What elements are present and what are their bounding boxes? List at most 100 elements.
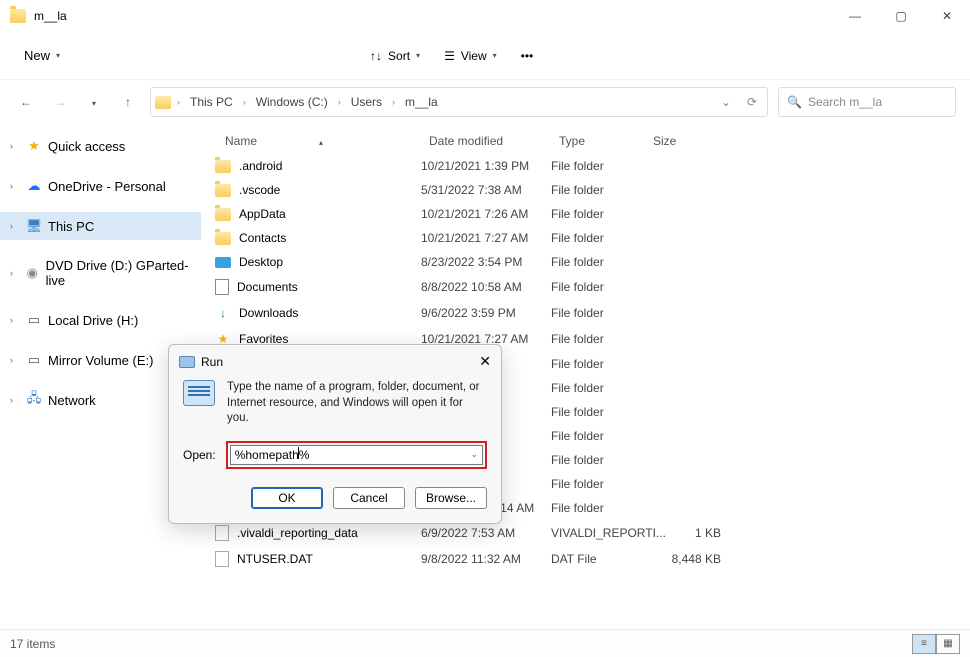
nav-row: ← → ▾ ↑ › This PC › Windows (C:) › Users… — [0, 80, 970, 124]
chevron-down-icon: ▾ — [493, 51, 497, 60]
table-row[interactable]: Contacts 10/21/2021 7:27 AMFile folder — [201, 226, 970, 250]
table-row[interactable]: ↓Downloads9/6/2022 3:59 PMFile folder — [201, 300, 970, 326]
view-label: View — [461, 49, 487, 63]
sidebar-item-label: Local Drive (H:) — [48, 313, 138, 328]
chevron-right-icon: › — [390, 97, 397, 107]
table-row[interactable]: .vscode5/31/2022 7:38 AMFile folder — [201, 178, 970, 202]
folder-icon — [10, 9, 26, 23]
address-dropdown[interactable]: ⌄ — [715, 95, 737, 109]
more-button[interactable]: ••• — [521, 49, 534, 63]
table-row[interactable]: NTUSER.DAT9/8/2022 11:32 AMDAT File8,448… — [201, 546, 970, 572]
folder-icon — [215, 208, 231, 221]
file-date: 8/23/2022 3:54 PM — [421, 255, 551, 269]
cloud-icon: ☁ — [26, 178, 42, 194]
minimize-button[interactable]: — — [832, 0, 878, 32]
file-type: File folder — [551, 357, 645, 371]
table-row[interactable]: AppData 10/21/2021 7:26 AMFile folder — [201, 202, 970, 226]
table-row[interactable]: Documents8/8/2022 10:58 AMFile folder — [201, 274, 970, 300]
sidebar-item-onedrive[interactable]: › ☁ OneDrive - Personal — [0, 172, 201, 200]
file-type: File folder — [551, 429, 645, 443]
title-bar: m__la — ▢ ✕ — [0, 0, 970, 32]
file-type: File folder — [551, 306, 645, 320]
sort-button[interactable]: ↑↓ Sort ▾ — [370, 49, 420, 63]
sidebar-item-label: DVD Drive (D:) GParted-live — [46, 258, 193, 288]
details-view-button[interactable]: ≡ — [912, 634, 936, 654]
close-button[interactable]: ✕ — [479, 353, 491, 370]
file-type: File folder — [551, 453, 645, 467]
breadcrumb-seg[interactable]: Windows (C:) — [252, 95, 332, 109]
file-icon — [215, 525, 229, 541]
up-button[interactable]: ↑ — [116, 95, 140, 109]
sort-asc-icon: ▴ — [319, 138, 323, 147]
chevron-down-icon[interactable]: ⌄ — [470, 449, 478, 460]
file-name: .vscode — [239, 183, 280, 197]
sidebar-item-quick-access[interactable]: › ★ Quick access — [0, 132, 201, 160]
thumbnails-view-button[interactable]: ▦ — [936, 634, 960, 654]
table-row[interactable]: Desktop8/23/2022 3:54 PMFile folder — [201, 250, 970, 274]
folder-icon — [215, 184, 231, 197]
cancel-button[interactable]: Cancel — [333, 487, 405, 509]
chevron-right-icon: › — [336, 97, 343, 107]
open-input[interactable]: %homepath% ⌄ — [230, 445, 483, 465]
file-date: 5/31/2022 7:38 AM — [421, 183, 551, 197]
file-type: File folder — [551, 231, 645, 245]
file-size: 1 KB — [645, 526, 721, 540]
open-input-value: %homepath% — [235, 447, 310, 462]
back-button[interactable]: ← — [14, 95, 38, 109]
search-placeholder: Search m__la — [808, 95, 882, 109]
view-button[interactable]: ☰ View ▾ — [444, 49, 497, 63]
sort-label: Sort — [388, 49, 410, 63]
chevron-right-icon: › — [10, 141, 20, 151]
sidebar-item-label: Mirror Volume (E:) — [48, 353, 153, 368]
status-bar: 17 items ≡ ▦ — [0, 629, 970, 657]
file-type: File folder — [551, 501, 645, 515]
file-type: File folder — [551, 207, 645, 221]
file-date: 10/21/2021 1:39 PM — [421, 159, 551, 173]
new-label: New — [24, 48, 50, 63]
col-name[interactable]: Name▴ — [201, 128, 421, 154]
search-icon: 🔍 — [787, 95, 802, 109]
file-type: File folder — [551, 405, 645, 419]
file-type: File folder — [551, 332, 645, 346]
address-bar[interactable]: › This PC › Windows (C:) › Users › m__la… — [150, 87, 768, 117]
download-icon: ↓ — [215, 305, 231, 321]
sidebar-item-label: OneDrive - Personal — [48, 179, 166, 194]
status-items-count: 17 items — [10, 637, 55, 651]
run-title-text: Run — [201, 355, 223, 369]
chevron-right-icon: › — [175, 97, 182, 107]
new-button[interactable]: New ▾ — [14, 44, 70, 67]
chevron-right-icon: › — [241, 97, 248, 107]
col-type[interactable]: Type — [551, 128, 645, 154]
chevron-right-icon: › — [10, 268, 19, 278]
file-date: 10/21/2021 7:27 AM — [421, 231, 551, 245]
breadcrumb-seg[interactable]: m__la — [401, 95, 442, 109]
table-row[interactable]: .vivaldi_reporting_data6/9/2022 7:53 AMV… — [201, 520, 970, 546]
close-button[interactable]: ✕ — [924, 0, 970, 32]
file-name: Contacts — [239, 231, 286, 245]
file-date: 10/21/2021 7:26 AM — [421, 207, 551, 221]
breadcrumb-seg[interactable]: Users — [347, 95, 386, 109]
file-name: .vivaldi_reporting_data — [237, 526, 358, 540]
forward-button[interactable]: → — [48, 95, 72, 109]
search-input[interactable]: 🔍 Search m__la — [778, 87, 956, 117]
recent-dropdown[interactable]: ▾ — [82, 95, 106, 109]
sidebar-item-dvd-drive[interactable]: › ◉ DVD Drive (D:) GParted-live — [0, 252, 201, 294]
browse-button[interactable]: Browse... — [415, 487, 487, 509]
table-row[interactable]: .android10/21/2021 1:39 PMFile folder — [201, 154, 970, 178]
col-size[interactable]: Size — [645, 128, 721, 154]
file-type: File folder — [551, 381, 645, 395]
maximize-button[interactable]: ▢ — [878, 0, 924, 32]
refresh-button[interactable]: ⟳ — [741, 95, 763, 109]
breadcrumb-seg[interactable]: This PC — [186, 95, 237, 109]
file-name: AppData — [239, 207, 286, 221]
file-type: File folder — [551, 477, 645, 491]
col-date[interactable]: Date modified — [421, 128, 551, 154]
ok-button[interactable]: OK — [251, 487, 323, 509]
sidebar-item-this-pc[interactable]: › 🖥 This PC — [0, 212, 201, 240]
sidebar-item-local-drive[interactable]: › ▭ Local Drive (H:) — [0, 306, 201, 334]
file-type: File folder — [551, 159, 645, 173]
open-input-highlight: %homepath% ⌄ — [226, 441, 487, 469]
star-icon: ★ — [26, 138, 42, 154]
sidebar-item-label: Quick access — [48, 139, 125, 154]
folder-icon — [155, 96, 171, 109]
